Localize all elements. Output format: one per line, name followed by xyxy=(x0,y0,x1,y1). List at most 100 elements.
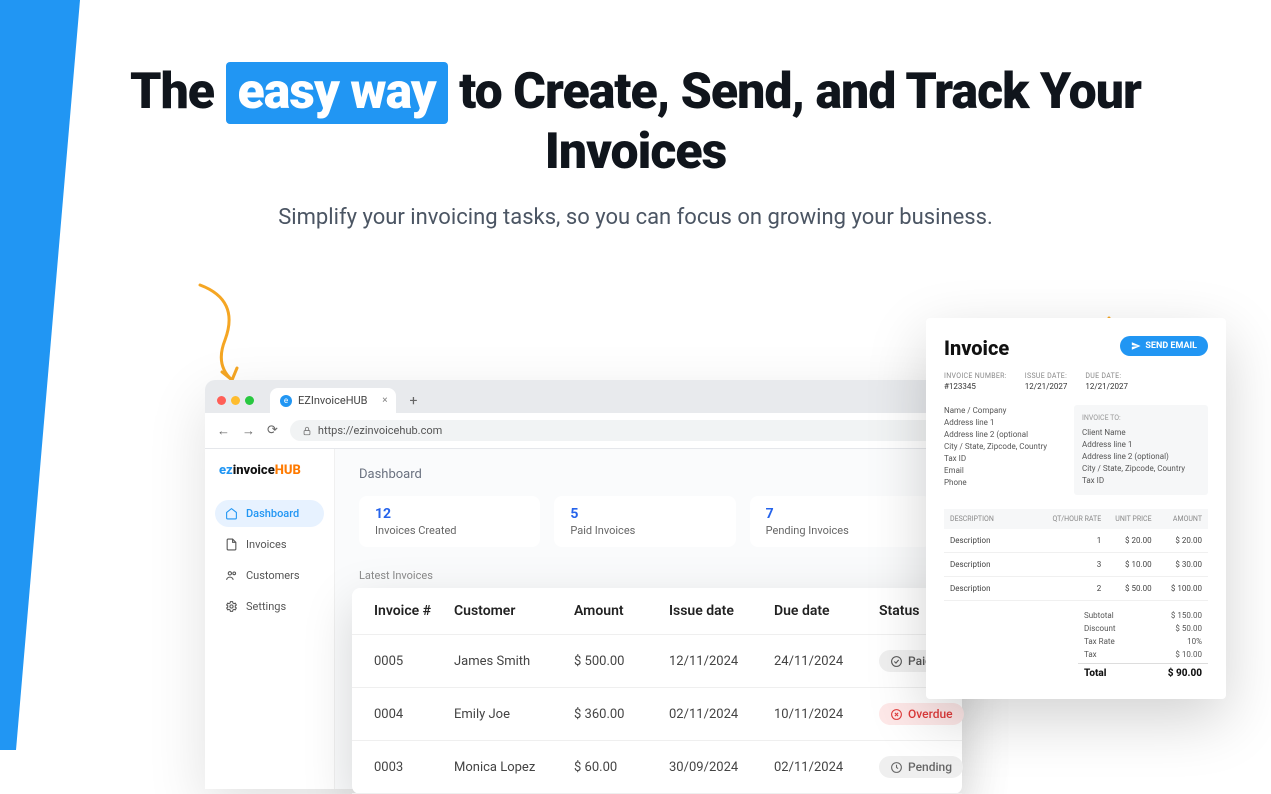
users-icon xyxy=(225,569,238,582)
sidebar-item-customers[interactable]: Customers xyxy=(215,562,324,589)
reload-button[interactable]: ⟳ xyxy=(267,423,278,438)
page-title: Dashboard xyxy=(359,467,931,482)
stat-label: Pending Invoices xyxy=(766,524,915,537)
invoice-totals: Subtotal$ 150.00Discount$ 50.00Tax Rate1… xyxy=(1078,609,1208,681)
sidebar-item-invoices[interactable]: Invoices xyxy=(215,531,324,558)
favicon-icon: e xyxy=(280,395,292,407)
status-badge: Pending xyxy=(879,756,963,778)
cell-invoice: 0004 xyxy=(374,707,454,722)
sidebar-label: Dashboard xyxy=(246,507,299,520)
send-email-button[interactable]: SEND EMAIL xyxy=(1120,336,1208,356)
total-line: Tax Rate10% xyxy=(1078,635,1208,648)
check-circle-icon xyxy=(890,655,903,668)
back-button[interactable]: ← xyxy=(217,423,230,439)
table-row[interactable]: 0003 Monica Lopez $ 60.00 30/09/2024 02/… xyxy=(352,741,962,794)
arrow-decoration xyxy=(190,280,250,390)
hero-title-post: to Create, Send, and Track Your Invoices xyxy=(448,63,1141,181)
gear-icon xyxy=(225,600,238,613)
th-due: Due date xyxy=(774,603,879,619)
sidebar-label: Customers xyxy=(246,569,300,582)
invoice-item-row: Description1$ 20.00$ 20.00 xyxy=(944,529,1208,553)
total-line: Discount$ 50.00 xyxy=(1078,622,1208,635)
send-icon xyxy=(1131,341,1141,351)
send-btn-label: SEND EMAIL xyxy=(1145,341,1197,351)
close-tab-icon[interactable]: × xyxy=(382,395,387,406)
app-logo[interactable]: ezinvoiceHUB xyxy=(215,463,324,478)
invoices-table: Invoice # Customer Amount Issue date Due… xyxy=(352,588,962,794)
from-address: Name / CompanyAddress line 1Address line… xyxy=(944,405,1062,495)
home-icon xyxy=(225,507,238,520)
browser-tab[interactable]: e EZInvoiceHUB × xyxy=(270,388,396,413)
cell-customer: James Smith xyxy=(454,654,574,669)
table-row[interactable]: 0005 James Smith $ 500.00 12/11/2024 24/… xyxy=(352,635,962,688)
x-circle-icon xyxy=(890,708,903,721)
invoice-item-row: Description2$ 50.00$ 100.00 xyxy=(944,577,1208,601)
sidebar-label: Invoices xyxy=(246,538,287,551)
document-icon xyxy=(225,538,238,551)
th-issue: Issue date xyxy=(669,603,774,619)
invoice-title: Invoice xyxy=(944,336,1009,360)
cell-due: 24/11/2024 xyxy=(774,654,879,669)
cell-amount: $ 500.00 xyxy=(574,654,669,669)
window-controls[interactable] xyxy=(217,396,254,405)
stat-paid: 5 Paid Invoices xyxy=(554,496,735,547)
total-line: Subtotal$ 150.00 xyxy=(1078,609,1208,622)
stat-number: 7 xyxy=(766,506,915,522)
th-amount: Amount xyxy=(574,603,669,619)
table-row[interactable]: 0004 Emily Joe $ 360.00 02/11/2024 10/11… xyxy=(352,688,962,741)
lock-icon xyxy=(302,426,312,436)
items-header: DESCRIPTION QT/HOUR RATE UNIT PRICE AMOU… xyxy=(944,509,1208,529)
status-badge: Overdue xyxy=(879,703,964,725)
hero-title-highlight: easy way xyxy=(226,62,448,124)
stat-number: 12 xyxy=(375,506,524,522)
cell-issue: 02/11/2024 xyxy=(669,707,774,722)
th-customer: Customer xyxy=(454,603,574,619)
sidebar-item-settings[interactable]: Settings xyxy=(215,593,324,620)
close-dot[interactable] xyxy=(217,396,226,405)
meta-label: INVOICE NUMBER: xyxy=(944,372,1007,380)
hero-title-pre: The xyxy=(130,63,225,121)
browser-address-bar: ← → ⟳ https://ezinvoicehub.com xyxy=(205,413,955,449)
cell-issue: 12/11/2024 xyxy=(669,654,774,669)
stat-pending: 7 Pending Invoices xyxy=(750,496,931,547)
stat-created: 12 Invoices Created xyxy=(359,496,540,547)
th-invoice: Invoice # xyxy=(374,603,454,619)
grand-total: Total$ 90.00 xyxy=(1078,663,1208,681)
url-input[interactable]: https://ezinvoicehub.com xyxy=(290,420,943,441)
browser-tabbar: e EZInvoiceHUB × + xyxy=(205,380,955,413)
meta-value: 12/21/2027 xyxy=(1085,382,1128,391)
cell-customer: Emily Joe xyxy=(454,707,574,722)
cell-due: 10/11/2024 xyxy=(774,707,879,722)
new-tab-button[interactable]: + xyxy=(404,391,424,411)
stat-label: Invoices Created xyxy=(375,524,524,537)
forward-button[interactable]: → xyxy=(242,423,255,439)
hero-title: The easy way to Create, Send, and Track … xyxy=(60,62,1211,181)
meta-label: DUE DATE: xyxy=(1085,372,1128,380)
meta-label: ISSUE DATE: xyxy=(1025,372,1068,380)
clock-icon xyxy=(890,761,903,774)
minimize-dot[interactable] xyxy=(231,396,240,405)
invoice-preview: Invoice SEND EMAIL INVOICE NUMBER: #12334… xyxy=(926,318,1226,699)
to-address: INVOICE TO: Client NameAddress line 1Add… xyxy=(1074,405,1208,495)
invoice-item-row: Description3$ 10.00$ 30.00 xyxy=(944,553,1208,577)
meta-value: #123345 xyxy=(944,382,1007,391)
cell-invoice: 0005 xyxy=(374,654,454,669)
cell-issue: 30/09/2024 xyxy=(669,760,774,775)
stat-number: 5 xyxy=(570,506,719,522)
table-header-row: Invoice # Customer Amount Issue date Due… xyxy=(352,588,962,635)
stat-label: Paid Invoices xyxy=(570,524,719,537)
cell-due: 02/11/2024 xyxy=(774,760,879,775)
hero-subtitle: Simplify your invoicing tasks, so you ca… xyxy=(60,205,1211,230)
to-label: INVOICE TO: xyxy=(1082,413,1200,424)
maximize-dot[interactable] xyxy=(245,396,254,405)
url-text: https://ezinvoicehub.com xyxy=(318,424,442,437)
cell-invoice: 0003 xyxy=(374,760,454,775)
sidebar-item-dashboard[interactable]: Dashboard xyxy=(215,500,324,527)
latest-invoices-title: Latest Invoices xyxy=(359,569,931,582)
cell-amount: $ 360.00 xyxy=(574,707,669,722)
cell-amount: $ 60.00 xyxy=(574,760,669,775)
cell-customer: Monica Lopez xyxy=(454,760,574,775)
meta-value: 12/21/2027 xyxy=(1025,382,1068,391)
tab-title: EZInvoiceHUB xyxy=(298,394,368,407)
sidebar-label: Settings xyxy=(246,600,286,613)
